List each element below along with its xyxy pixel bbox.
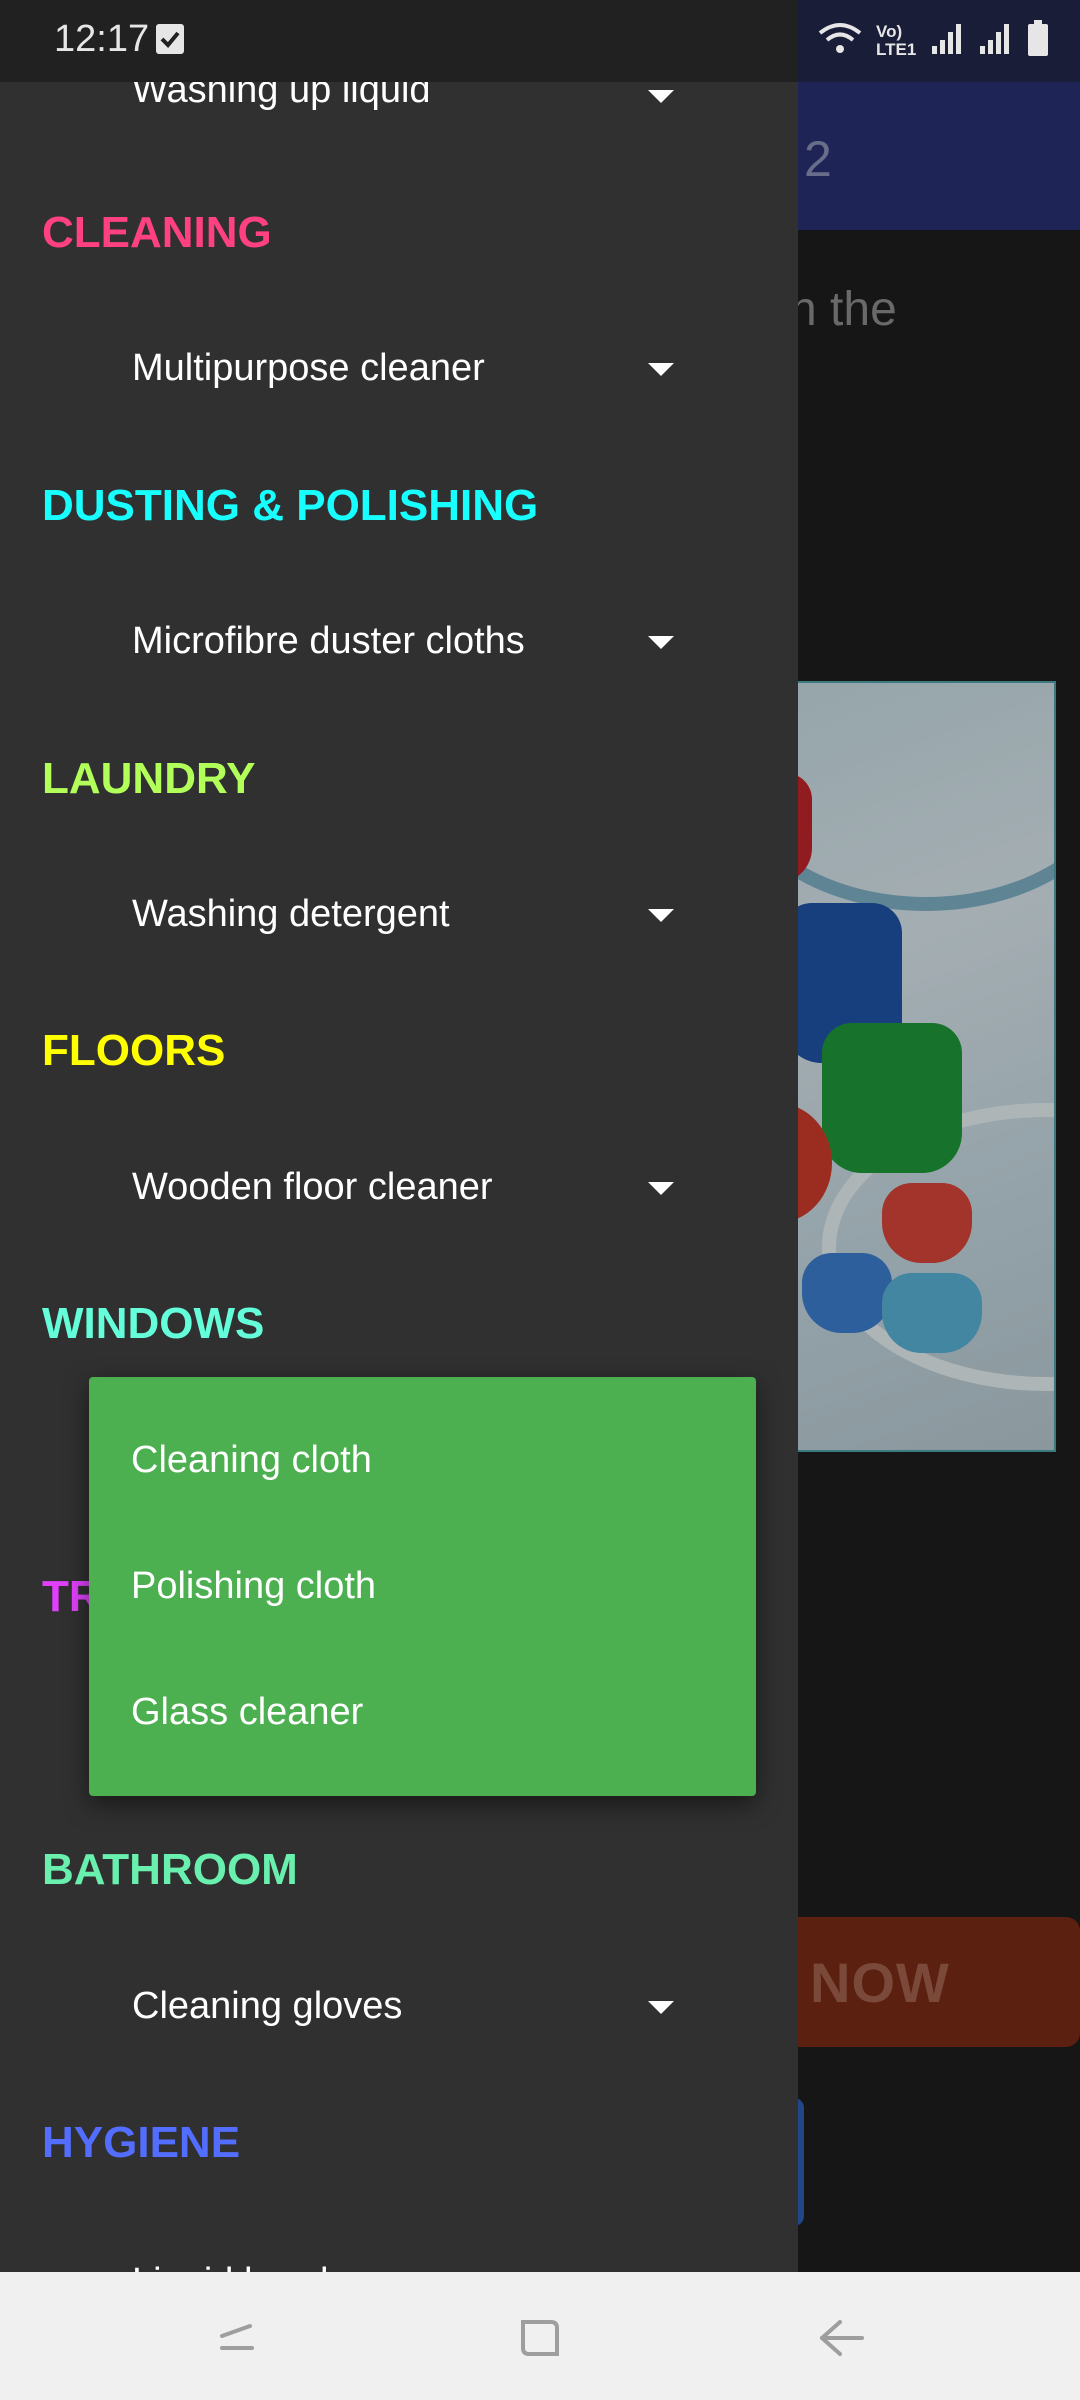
chevron-down-icon [648, 363, 674, 376]
home-icon[interactable] [505, 2302, 575, 2372]
product-spinner[interactable]: Liquid hand soap [132, 2237, 692, 2273]
category-heading-floors: FLOORS [42, 1026, 226, 1075]
product-spinner-label: Multipurpose cleaner [132, 346, 485, 389]
chevron-down-icon [648, 90, 674, 103]
product-spinner[interactable]: Wooden floor cleaner [132, 1142, 692, 1232]
chevron-down-icon [648, 636, 674, 649]
network-type-label: Vo) LTE1 [876, 22, 917, 59]
chevron-down-icon [648, 2001, 674, 2014]
product-spinner-label: Washing up liquid [132, 82, 431, 111]
product-spinner[interactable]: Multipurpose cleaner [132, 323, 692, 413]
product-spinner[interactable]: Washing detergent [132, 869, 692, 959]
category-drawer: Washing up liquid CLEANING Multipurpose … [0, 82, 798, 2272]
dropdown-option[interactable]: Cleaning cloth [131, 1410, 731, 1510]
category-heading-hygiene: HYGIENE [42, 2118, 241, 2167]
category-heading-windows: WINDOWS [42, 1299, 265, 1348]
system-nav-bar [0, 2272, 1080, 2400]
chevron-down-icon [648, 909, 674, 922]
category-heading-cleaning: CLEANING [42, 208, 272, 257]
product-spinner-label: Washing detergent [132, 892, 450, 935]
product-spinner-label: Cleaning gloves [132, 1984, 403, 2027]
product-spinner[interactable]: Cleaning gloves [132, 1961, 692, 2051]
product-spinner[interactable]: Washing up liquid [132, 82, 692, 135]
wifi-icon [818, 21, 862, 62]
dropdown-option[interactable]: Glass cleaner [131, 1662, 731, 1762]
product-spinner-label: Wooden floor cleaner [132, 1165, 493, 1208]
recents-icon[interactable] [202, 2302, 272, 2372]
product-spinner-label: Microfibre duster cloths [132, 619, 525, 662]
status-time: 12:17 [54, 18, 150, 60]
windows-dropdown-menu: Cleaning cloth Polishing cloth Glass cle… [89, 1377, 756, 1796]
dropdown-option[interactable]: Polishing cloth [131, 1536, 731, 1636]
signal-icon-2 [978, 22, 1012, 61]
category-heading-dusting-polishing: DUSTING & POLISHING [42, 481, 539, 530]
signal-icon [930, 22, 964, 61]
status-bar: 12:17 Vo) LTE1 [0, 0, 1080, 82]
chevron-down-icon [648, 1182, 674, 1195]
product-spinner-label: Liquid hand soap [132, 2261, 421, 2273]
category-heading-bathroom: BATHROOM [42, 1845, 298, 1894]
checkbox-notification-icon [156, 24, 184, 54]
category-heading-laundry: LAUNDRY [42, 754, 256, 803]
product-spinner[interactable]: Microfibre duster cloths [132, 596, 692, 686]
back-icon[interactable] [806, 2302, 876, 2372]
battery-icon [1026, 19, 1050, 63]
